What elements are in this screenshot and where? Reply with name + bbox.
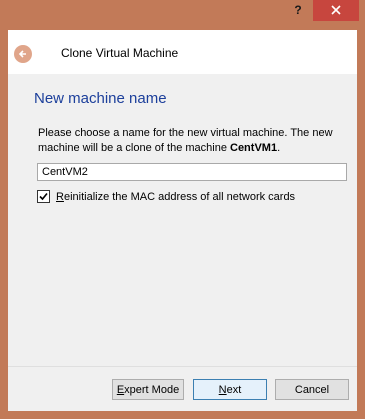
page-heading: New machine name	[34, 90, 167, 107]
description-end: .	[277, 142, 281, 154]
back-button[interactable]	[14, 45, 32, 63]
reinitialize-mac-option[interactable]: Reinitialize the MAC address of all netw…	[37, 190, 295, 203]
dialog-window: ? Clone Virtual Machine New machine name…	[0, 0, 365, 419]
wizard-footer: Expert Mode Next Cancel	[8, 367, 357, 411]
checkmark-icon	[39, 192, 48, 201]
next-accelerator: N	[218, 383, 227, 396]
description-text: Please choose a name for the new virtual…	[38, 127, 333, 154]
wizard-title: Clone Virtual Machine	[61, 46, 179, 60]
wizard-page: New machine name Please choose a name fo…	[8, 74, 357, 366]
expert-label: xpert Mode	[124, 383, 180, 396]
wizard-header: Clone Virtual Machine	[8, 30, 357, 74]
help-button[interactable]: ?	[284, 0, 312, 21]
cancel-button[interactable]: Cancel	[275, 379, 349, 400]
dialog-client-area: Clone Virtual Machine New machine name P…	[8, 30, 357, 411]
close-button[interactable]	[313, 0, 359, 21]
reinitialize-mac-label: Reinitialize the MAC address of all netw…	[56, 191, 295, 203]
back-arrow-icon	[18, 50, 26, 58]
machine-name-input[interactable]	[37, 163, 347, 181]
close-icon	[331, 5, 341, 15]
next-label: ext	[226, 383, 242, 396]
reinitialize-mac-checkbox[interactable]	[37, 190, 50, 203]
source-machine-name: CentVM1	[230, 142, 278, 154]
mac-label-text: einitialize the MAC address of all netwo…	[63, 190, 296, 203]
expert-mode-button[interactable]: Expert Mode	[112, 379, 184, 400]
page-description: Please choose a name for the new virtual…	[38, 126, 348, 156]
next-button[interactable]: Next	[193, 379, 267, 400]
mac-label-accelerator: R	[56, 190, 64, 203]
